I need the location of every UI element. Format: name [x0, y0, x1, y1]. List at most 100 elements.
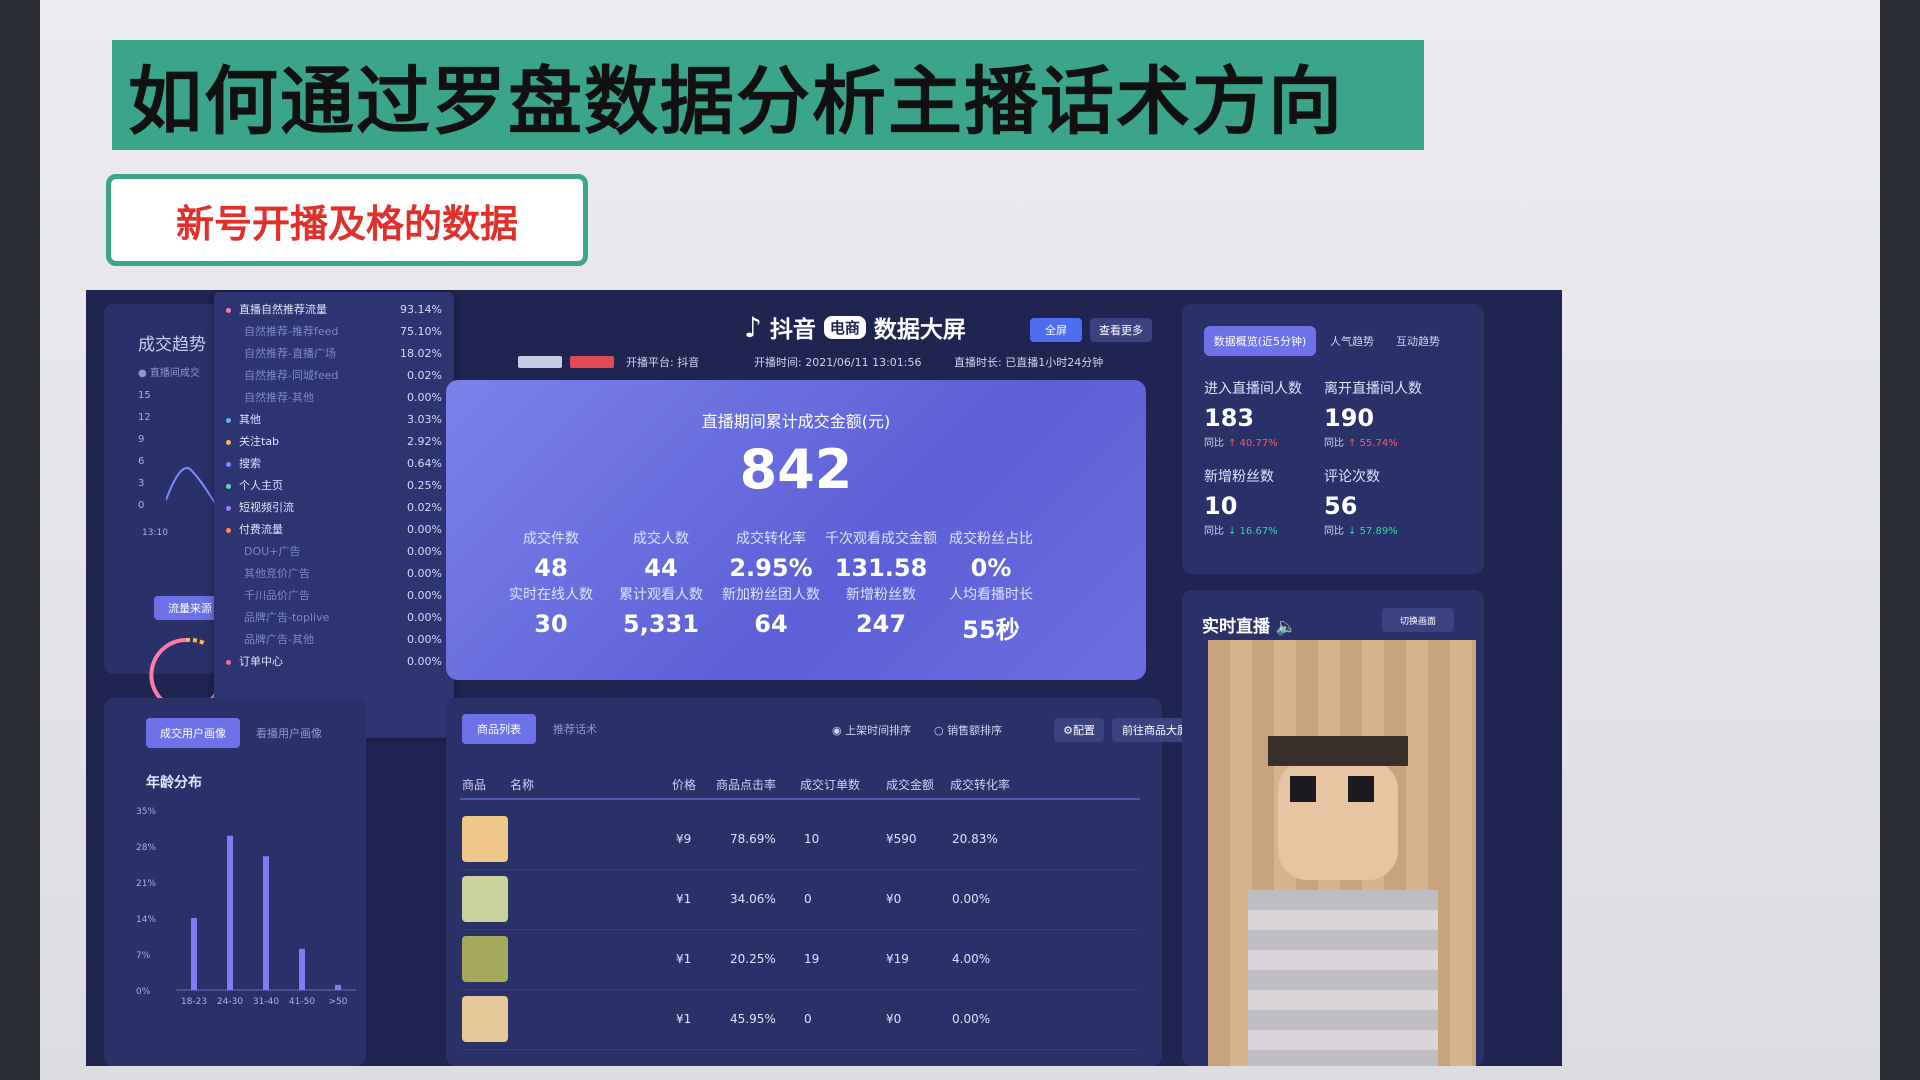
age-y-tick: 7% — [136, 951, 151, 961]
table-cell-price: ¥1 — [676, 952, 692, 966]
traffic-source-item[interactable]: 品牌广告-toplive 0.00% — [214, 606, 454, 628]
table-cell-ctr: 78.69% — [730, 832, 776, 846]
switch-view-button[interactable]: 切换画面 — [1382, 608, 1454, 632]
table-column-header[interactable]: 成交订单数 — [800, 776, 860, 793]
product-thumbnail[interactable] — [462, 996, 508, 1042]
legend-dot-icon — [226, 660, 231, 665]
gmv-value: 842 — [739, 438, 853, 501]
table-cell-orders: 10 — [804, 832, 820, 846]
fullscreen-button[interactable]: 全屏 — [1030, 318, 1082, 342]
traffic-source-item[interactable]: 自然推荐-其他 0.00% — [214, 386, 454, 408]
stat-value: 190 — [1324, 404, 1375, 432]
overview-stat: 评论次数 56 同比 ↓ 57.89% — [1324, 466, 1474, 537]
stat-comparison-label: 同比 — [1324, 526, 1344, 537]
age-bar[interactable] — [191, 918, 197, 990]
status-bar-red — [570, 356, 614, 368]
table-cell-price: ¥1 — [676, 1012, 692, 1026]
trend-y-tick: 3 — [138, 478, 145, 489]
legend-dot-icon — [226, 440, 231, 445]
traffic-source-pct: 3.03% — [407, 412, 442, 426]
traffic-source-item[interactable]: 订单中心 0.00% — [214, 650, 454, 672]
tab-product-list[interactable]: 商品列表 — [462, 714, 536, 744]
table-cell-ctr: 45.95% — [730, 1012, 776, 1026]
stat-comparison-label: 同比 — [1204, 438, 1224, 449]
traffic-source-item[interactable]: 自然推荐-同城feed 0.02% — [214, 364, 454, 386]
table-cell-ctr: 20.25% — [730, 952, 776, 966]
table-cell-cvr: 0.00% — [952, 1012, 991, 1026]
table-column-header[interactable]: 商品点击率 — [716, 776, 776, 793]
traffic-source-pct: 18.02% — [400, 346, 442, 360]
traffic-source-item[interactable]: 自然推荐-直播广场 18.02% — [214, 342, 454, 364]
start-time-info: 开播时间: 2021/06/11 13:01:56 — [754, 356, 922, 369]
status-bar-gray — [518, 356, 562, 368]
table-row[interactable] — [460, 930, 1138, 990]
traffic-source-item[interactable]: 直播自然推荐流量 93.14% — [214, 298, 454, 320]
table-cell-orders: 0 — [804, 892, 812, 906]
traffic-source-pct: 0.00% — [407, 610, 442, 624]
table-row[interactable] — [460, 990, 1138, 1050]
traffic-source-pct: 75.10% — [400, 324, 442, 338]
dashboard-screenshot: 成交趋势 ● 直播间成交 15 12 9 6 3 0 13:10 流量来源 直播自然推荐流… — [86, 290, 1562, 1066]
age-bar[interactable] — [299, 948, 305, 990]
traffic-source-item[interactable]: 搜索 0.64% — [214, 452, 454, 474]
speaker-icon[interactable]: 🔈 — [1276, 617, 1297, 637]
traffic-source-pct: 0.02% — [407, 368, 442, 382]
traffic-source-pct: 0.25% — [407, 478, 442, 492]
view-more-button[interactable]: 查看更多 — [1090, 318, 1152, 342]
traffic-source-label: 其他 — [239, 413, 261, 426]
table-column-header[interactable]: 成交金额 — [886, 776, 934, 793]
table-row[interactable] — [460, 810, 1138, 870]
table-cell-price: ¥1 — [676, 892, 692, 906]
trend-y-tick: 15 — [138, 390, 151, 401]
table-cell-amount: ¥19 — [886, 952, 909, 966]
age-bar[interactable] — [335, 984, 341, 990]
traffic-source-label: 自然推荐-推荐feed — [244, 325, 339, 338]
table-column-header[interactable]: 商品 — [462, 776, 486, 793]
product-thumbnail[interactable] — [462, 936, 508, 982]
age-bar[interactable] — [263, 856, 269, 990]
trend-x-tick: 13:10 — [142, 528, 168, 538]
table-row[interactable] — [460, 870, 1138, 930]
table-column-header[interactable]: 价格 — [672, 776, 696, 793]
tab-recommended-script[interactable]: 推荐话术 — [542, 714, 608, 744]
age-x-tick: >50 — [329, 997, 348, 1007]
traffic-source-pct: 0.00% — [407, 566, 442, 580]
table-column-header[interactable]: 名称 — [510, 776, 534, 793]
sort-by-sales-radio[interactable]: ○ 销售额排序 — [934, 722, 1002, 738]
traffic-source-label: 其他竞价广告 — [244, 567, 310, 580]
trend-y-tick: 9 — [138, 434, 145, 445]
sort-by-time-radio[interactable]: ◉ 上架时间排序 — [832, 722, 911, 738]
traffic-source-item[interactable]: 个人主页 0.25% — [214, 474, 454, 496]
traffic-source-item[interactable]: 其他竞价广告 0.00% — [214, 562, 454, 584]
product-thumbnail[interactable] — [462, 876, 508, 922]
traffic-source-label: 个人主页 — [239, 479, 283, 492]
tab-viewer-profile[interactable]: 看播用户画像 — [246, 718, 332, 748]
traffic-source-label: 短视频引流 — [239, 501, 294, 514]
tab-overview[interactable]: 数据概览(近5分钟) — [1204, 326, 1316, 356]
product-thumbnail[interactable] — [462, 816, 508, 862]
traffic-source-pct: 0.00% — [407, 522, 442, 536]
table-column-header[interactable]: 成交转化率 — [950, 776, 1010, 793]
traffic-source-item[interactable]: 关注tab 2.92% — [214, 430, 454, 452]
stat-comparison-label: 同比 — [1324, 438, 1344, 449]
stat-comparison-value: ↑ 40.77% — [1228, 438, 1278, 449]
traffic-source-item[interactable]: DOU+广告 0.00% — [214, 540, 454, 562]
traffic-source-item[interactable]: 短视频引流 0.02% — [214, 496, 454, 518]
live-video-frame[interactable] — [1208, 640, 1476, 1066]
config-button[interactable]: ⚙ 配置 — [1054, 718, 1104, 742]
traffic-source-item[interactable]: 品牌广告-其他 0.00% — [214, 628, 454, 650]
table-cell-cvr: 4.00% — [952, 952, 991, 966]
traffic-source-dropdown[interactable]: 直播自然推荐流量 93.14% 自然推荐-推荐feed 75.10% 自然推荐-直播广场… — [214, 292, 454, 738]
traffic-source-item[interactable]: 自然推荐-推荐feed 75.10% — [214, 320, 454, 342]
legend-dot-icon — [226, 528, 231, 533]
age-x-tick: 18-23 — [181, 997, 207, 1007]
tab-buyer-profile[interactable]: 成交用户画像 — [146, 718, 240, 748]
traffic-source-item[interactable]: 其他 3.03% — [214, 408, 454, 430]
tab-popularity-trend[interactable]: 人气趋势 — [1322, 326, 1382, 356]
age-bar[interactable] — [227, 835, 233, 990]
traffic-source-item[interactable]: 付费流量 0.00% — [214, 518, 454, 540]
gmv-hero-card: 直播期间累计成交金额(元) 842 成交件数 48 成交人数 44 成交转化率 2.95%… — [446, 380, 1146, 680]
tab-interaction-trend[interactable]: 互动趋势 — [1386, 326, 1450, 356]
traffic-source-item[interactable]: 千川品价广告 0.00% — [214, 584, 454, 606]
table-header-divider — [460, 798, 1140, 800]
